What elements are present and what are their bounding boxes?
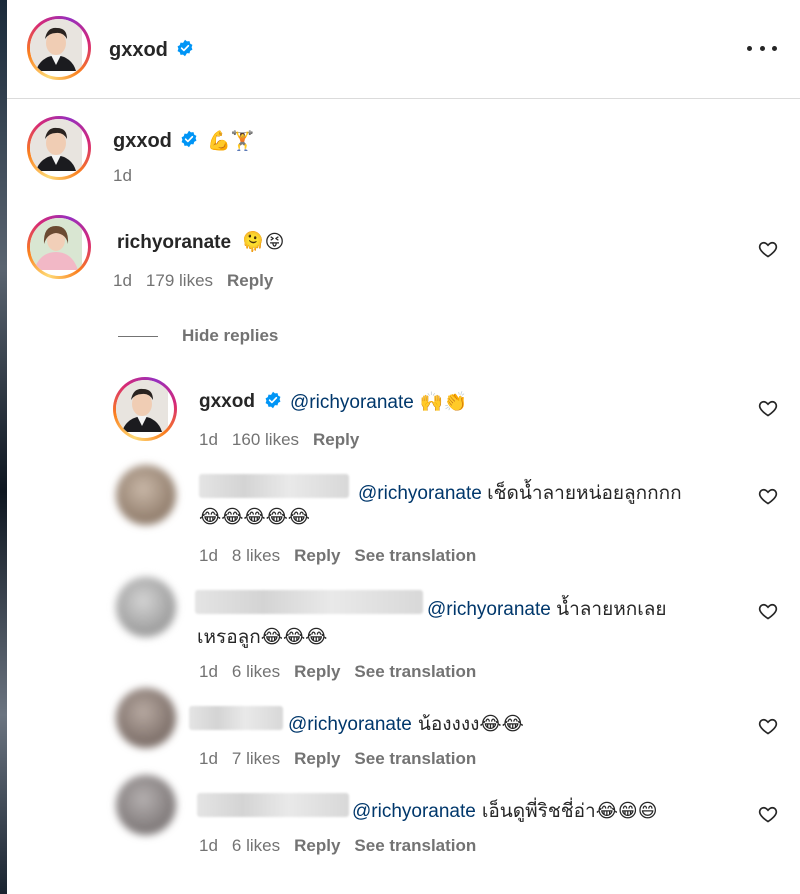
like-heart-icon[interactable] (758, 486, 778, 506)
reply-meta: 1d 6 likes Reply See translation (199, 662, 490, 682)
reply-time: 1d (199, 836, 218, 855)
reply-body: น้ำลายหกเลย (550, 599, 667, 620)
comment-avatar[interactable] (27, 215, 91, 279)
blurred-username[interactable] (189, 706, 283, 730)
reply-button[interactable]: Reply (227, 271, 273, 290)
caption-meta: 1d (113, 166, 146, 186)
see-translation-button[interactable]: See translation (354, 836, 476, 855)
comment-text: 🫠😝 (241, 231, 285, 253)
blurred-avatar[interactable] (116, 688, 176, 748)
comment-time: 1d (113, 271, 132, 290)
reply-button[interactable]: Reply (294, 836, 340, 855)
reply-text: @richyoranate 🙌👏 (290, 390, 467, 414)
blurred-username[interactable] (199, 474, 349, 498)
like-heart-icon[interactable] (758, 804, 778, 824)
caption-username[interactable]: gxxod (113, 130, 172, 153)
hide-replies-line (118, 336, 158, 337)
reply-meta: 1d 6 likes Reply See translation (199, 836, 490, 856)
reply-likes[interactable]: 160 likes (232, 430, 299, 449)
reply-meta: 1d 7 likes Reply See translation (199, 749, 490, 769)
blurred-avatar[interactable] (116, 465, 176, 525)
reply-likes[interactable]: 8 likes (232, 546, 280, 565)
blurred-username[interactable] (195, 590, 423, 614)
caption-avatar[interactable] (27, 116, 91, 180)
see-translation-button[interactable]: See translation (354, 662, 476, 681)
reply-time: 1d (199, 749, 218, 768)
caption-time: 1d (113, 166, 132, 185)
reply-meta: 1d 160 likes Reply (199, 430, 373, 450)
header-username[interactable]: gxxod (109, 39, 168, 62)
comment-meta: 1d 179 likes Reply (113, 271, 287, 291)
reply-body: 🙌👏 (413, 391, 468, 413)
reply-likes[interactable]: 7 likes (232, 749, 280, 768)
caption-text: 💪🏋 (207, 130, 255, 152)
reply-time: 1d (199, 546, 218, 565)
reply-meta: 1d 8 likes Reply See translation (199, 546, 490, 566)
verified-badge-icon (265, 391, 281, 409)
like-heart-icon[interactable] (758, 398, 778, 418)
like-heart-icon[interactable] (758, 716, 778, 736)
reply-avatar[interactable] (113, 377, 177, 441)
reply-time: 1d (199, 662, 218, 681)
reply-likes[interactable]: 6 likes (232, 836, 280, 855)
reply-button[interactable]: Reply (313, 430, 359, 449)
blurred-avatar[interactable] (116, 577, 176, 637)
reply-body: น้องงงง😂😂 (411, 713, 524, 735)
mention-link[interactable]: @richyoranate (358, 483, 482, 504)
verified-badge-icon (181, 130, 197, 148)
reply-text: @richyoranate เช็ดน้ำลายหน่อยลูกกกก (358, 478, 682, 508)
reply-text: @richyoranate น้ำลายหกเลย (427, 594, 667, 624)
post-header: gxxod (7, 0, 800, 99)
reply-button[interactable]: Reply (294, 546, 340, 565)
blurred-username[interactable] (197, 793, 349, 817)
reply-text: @richyoranate น้องงงง😂😂 (288, 709, 524, 739)
mention-link[interactable]: @richyoranate (288, 714, 412, 735)
like-heart-icon[interactable] (758, 601, 778, 621)
mention-link[interactable]: @richyoranate (352, 801, 476, 822)
blurred-avatar[interactable] (116, 775, 176, 835)
reply-body: เอ็นดูพี่ริชชี่อ่า😂😁😄 (475, 800, 658, 822)
reply-text: @richyoranate เอ็นดูพี่ริชชี่อ่า😂😁😄 (352, 796, 658, 826)
mention-link[interactable]: @richyoranate (290, 392, 414, 413)
reply-button[interactable]: Reply (294, 662, 340, 681)
mention-link[interactable]: @richyoranate (427, 599, 551, 620)
comment-likes[interactable]: 179 likes (146, 271, 213, 290)
background-edge (0, 0, 7, 894)
reply-likes[interactable]: 6 likes (232, 662, 280, 681)
reply-text-line2: เหรอลูก😂😂😂 (197, 626, 328, 648)
reply-text-line2: 😂😂😂😂😂 (199, 506, 311, 528)
reply-username[interactable]: gxxod (199, 391, 255, 413)
reply-time: 1d (199, 430, 218, 449)
see-translation-button[interactable]: See translation (354, 749, 476, 768)
verified-badge-icon (177, 39, 193, 57)
header-avatar[interactable] (27, 16, 91, 80)
reply-body: เช็ดน้ำลายหน่อยลูกกกก (481, 483, 682, 504)
reply-button[interactable]: Reply (294, 749, 340, 768)
see-translation-button[interactable]: See translation (354, 546, 476, 565)
comment-username[interactable]: richyoranate (117, 232, 231, 254)
more-options-icon[interactable] (747, 38, 777, 58)
like-heart-icon[interactable] (758, 239, 778, 259)
hide-replies-button[interactable]: Hide replies (182, 326, 278, 346)
